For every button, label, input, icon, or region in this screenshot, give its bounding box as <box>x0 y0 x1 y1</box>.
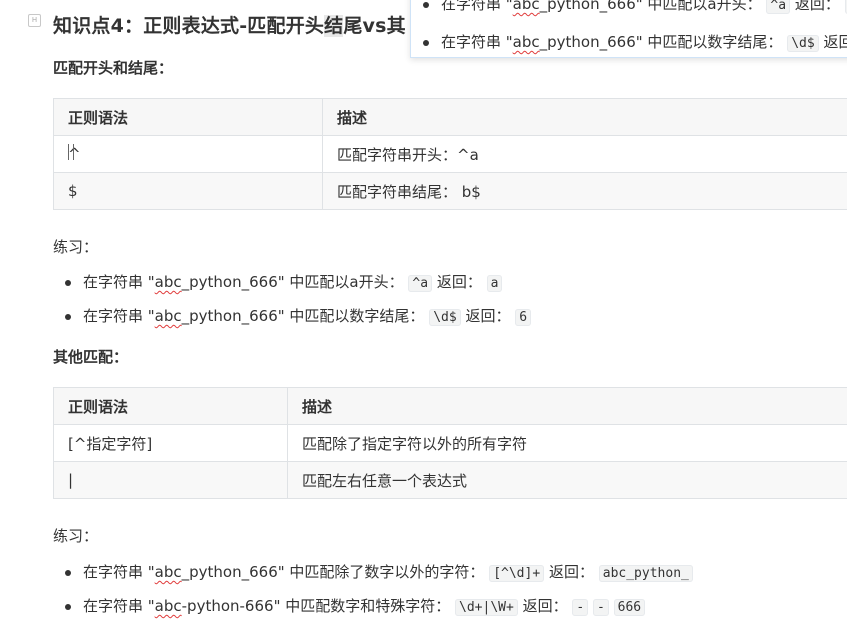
item-post: 返回： <box>465 307 511 325</box>
popup-item-2-mid: _python_666" 中匹配以数字结尾： <box>539 33 783 51</box>
popup-list: 在字符串 "abc_python_666" 中匹配以a开头： ^a 返回： a … <box>411 0 847 57</box>
table1-cell-syntax[interactable]: ^ <box>53 135 323 173</box>
item-post: 返回： <box>548 563 594 581</box>
section2-practice-label: 练习： <box>53 527 99 545</box>
item-result-code: a <box>486 275 503 292</box>
popup-item-1-post: 返回： <box>794 0 840 13</box>
heading-text-highlight: 结 <box>324 15 344 37</box>
item-post: 返回： <box>436 273 482 291</box>
heading-text-b: 尾vs其 <box>343 15 406 37</box>
item-result-code: 6 <box>515 309 532 326</box>
table1-header-syntax: 正则语法 <box>53 98 323 136</box>
list-item: 在字符串 "abc_python_666" 中匹配除了数字以外的字符： [^\d… <box>53 555 693 589</box>
item-pre: 在字符串 " <box>83 273 155 291</box>
item-misspelled: abc <box>154 597 182 615</box>
popup-item-2: 在字符串 "abc_python_666" 中匹配以数字结尾： \d$ 返回 <box>411 25 847 57</box>
item-regex-code: \d$ <box>429 309 461 326</box>
item-regex-code: [^\d]+ <box>489 565 545 582</box>
item-regex-code: \d+|\W+ <box>455 599 518 616</box>
table1-header-desc: 描述 <box>322 98 847 136</box>
popup-item-1-mid: _python_666" 中匹配以a开头： <box>539 0 762 13</box>
item-result-code: abc_python_ <box>598 565 693 582</box>
list-item: 在字符串 "abc-python-666" 中匹配数字和特殊字符： \d+|\W… <box>53 589 693 623</box>
item-misspelled: abc <box>154 563 182 581</box>
heading-icon: H <box>28 14 41 27</box>
list-item: 在字符串 "abc_python_666" 中匹配以数字结尾： \d$ 返回： … <box>53 299 532 333</box>
item-regex-code: ^a <box>408 275 433 292</box>
table2-cell-syntax[interactable]: | <box>53 461 288 499</box>
item-mid: -python-666" 中匹配数字和特殊字符： <box>181 597 451 615</box>
popup-item-2-post: 返回 <box>823 33 847 51</box>
section2-practice-list: 在字符串 "abc_python_666" 中匹配除了数字以外的字符： [^\d… <box>53 555 693 623</box>
hover-popup: 在字符串 "abc_python_666" 中匹配以a开头： ^a 返回： a … <box>410 0 847 58</box>
section2-table: 正则语法 描述 [^指定字符] 匹配除了指定字符以外的所有字符 | 匹配左右任意… <box>53 387 847 499</box>
table2-cell-desc[interactable]: 匹配左右任意一个表达式 <box>287 461 847 499</box>
section1-practice-list: 在字符串 "abc_python_666" 中匹配以a开头： ^a 返回： a … <box>53 265 532 333</box>
item-mid: _python_666" 中匹配以a开头： <box>181 273 404 291</box>
popup-item-1: 在字符串 "abc_python_666" 中匹配以a开头： ^a 返回： a <box>411 0 847 21</box>
popup-item-1-sq: abc <box>512 0 540 13</box>
table1-cell-desc[interactable]: 匹配字符串结尾： b$ <box>322 172 847 210</box>
table2-cell-desc[interactable]: 匹配除了指定字符以外的所有字符 <box>287 424 847 462</box>
item-pre: 在字符串 " <box>83 597 155 615</box>
table1-cell-desc[interactable]: 匹配字符串开头：^a <box>322 135 847 173</box>
item-mid: _python_666" 中匹配以数字结尾： <box>181 307 425 325</box>
popup-item-2-sq: abc <box>512 33 540 51</box>
item-pre: 在字符串 " <box>83 563 155 581</box>
section1-practice-label: 练习： <box>53 238 99 256</box>
page-heading: 知识点4：正则表达式-匹配开头结尾vs其 <box>53 11 406 38</box>
text-cursor-icon <box>68 144 74 160</box>
table2-header-desc: 描述 <box>287 387 847 425</box>
section2-title: 其他匹配： <box>53 348 129 366</box>
section1-table: 正则语法 描述 ^ 匹配字符串开头：^a $ 匹配字符串结尾： b$ <box>53 98 847 210</box>
item-post: 返回： <box>522 597 568 615</box>
table2-header-syntax: 正则语法 <box>53 387 288 425</box>
table1-cell-syntax[interactable]: $ <box>53 172 323 210</box>
item-misspelled: abc <box>154 307 182 325</box>
item-pre: 在字符串 " <box>83 307 155 325</box>
item-result-code: - <box>572 599 589 616</box>
item-result-code: - <box>593 599 609 616</box>
popup-item-1-pre: 在字符串 " <box>441 0 513 13</box>
item-misspelled: abc <box>154 273 182 291</box>
popup-item-2-pre: 在字符串 " <box>441 33 513 51</box>
list-item: 在字符串 "abc_python_666" 中匹配以a开头： ^a 返回： a <box>53 265 531 299</box>
section1-title: 匹配开头和结尾： <box>53 59 174 77</box>
popup-item-2-code: \d$ <box>787 35 819 52</box>
item-mid: _python_666" 中匹配除了数字以外的字符： <box>181 563 485 581</box>
heading-text-a: 知识点4：正则表达式-匹配开头 <box>53 15 325 37</box>
table2-cell-syntax[interactable]: [^指定字符] <box>53 424 288 462</box>
item-result-code: 666 <box>613 599 646 616</box>
popup-item-1-code: ^a <box>766 0 791 14</box>
